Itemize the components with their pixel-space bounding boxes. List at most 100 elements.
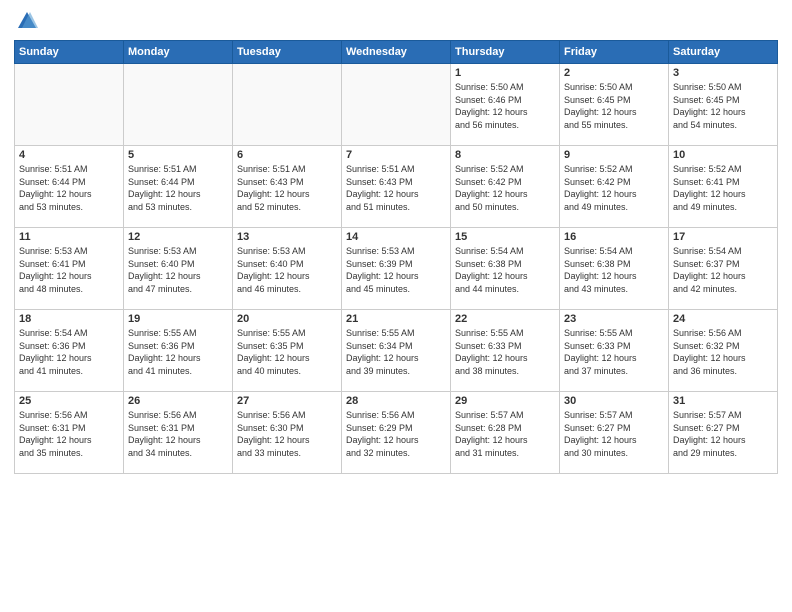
day-info: Sunrise: 5:57 AM Sunset: 6:28 PM Dayligh… [455, 409, 555, 459]
day-number: 3 [673, 67, 773, 79]
day-number: 20 [237, 313, 337, 325]
day-cell: 16 Sunrise: 5:54 AM Sunset: 6:38 PM Dayli… [560, 228, 669, 310]
day-info: Sunrise: 5:51 AM Sunset: 6:44 PM Dayligh… [19, 163, 119, 213]
col-header-wednesday: Wednesday [342, 41, 451, 64]
col-header-friday: Friday [560, 41, 669, 64]
day-cell [124, 64, 233, 146]
day-number: 10 [673, 149, 773, 161]
day-info: Sunrise: 5:53 AM Sunset: 6:40 PM Dayligh… [128, 245, 228, 295]
day-number: 2 [564, 67, 664, 79]
day-number: 8 [455, 149, 555, 161]
day-cell: 20 Sunrise: 5:55 AM Sunset: 6:35 PM Dayli… [233, 310, 342, 392]
col-header-thursday: Thursday [451, 41, 560, 64]
day-info: Sunrise: 5:57 AM Sunset: 6:27 PM Dayligh… [564, 409, 664, 459]
header-row: SundayMondayTuesdayWednesdayThursdayFrid… [15, 41, 778, 64]
page: SundayMondayTuesdayWednesdayThursdayFrid… [0, 0, 792, 612]
day-number: 16 [564, 231, 664, 243]
week-row-3: 11 Sunrise: 5:53 AM Sunset: 6:41 PM Dayli… [15, 228, 778, 310]
day-number: 27 [237, 395, 337, 407]
day-info: Sunrise: 5:52 AM Sunset: 6:41 PM Dayligh… [673, 163, 773, 213]
day-cell: 30Sunrise: 5:57 AM Sunset: 6:27 PM Dayli… [560, 392, 669, 474]
week-row-1: 1Sunrise: 5:50 AM Sunset: 6:46 PM Daylig… [15, 64, 778, 146]
day-number: 17 [673, 231, 773, 243]
day-cell: 17 Sunrise: 5:54 AM Sunset: 6:37 PM Dayli… [669, 228, 778, 310]
day-cell: 2 Sunrise: 5:50 AM Sunset: 6:45 PM Daylig… [560, 64, 669, 146]
day-cell: 31 Sunrise: 5:57 AM Sunset: 6:27 PM Dayli… [669, 392, 778, 474]
day-info: Sunrise: 5:54 AM Sunset: 6:37 PM Dayligh… [673, 245, 773, 295]
day-info: Sunrise: 5:57 AM Sunset: 6:27 PM Dayligh… [673, 409, 773, 459]
day-number: 6 [237, 149, 337, 161]
day-number: 21 [346, 313, 446, 325]
day-info: Sunrise: 5:55 AM Sunset: 6:33 PM Dayligh… [564, 327, 664, 377]
day-cell: 3 Sunrise: 5:50 AM Sunset: 6:45 PM Daylig… [669, 64, 778, 146]
col-header-saturday: Saturday [669, 41, 778, 64]
day-info: Sunrise: 5:52 AM Sunset: 6:42 PM Dayligh… [564, 163, 664, 213]
day-cell: 7Sunrise: 5:51 AM Sunset: 6:43 PM Daylig… [342, 146, 451, 228]
day-cell: 10 Sunrise: 5:52 AM Sunset: 6:41 PM Dayli… [669, 146, 778, 228]
day-number: 31 [673, 395, 773, 407]
day-info: Sunrise: 5:50 AM Sunset: 6:46 PM Dayligh… [455, 81, 555, 131]
day-cell [342, 64, 451, 146]
day-number: 28 [346, 395, 446, 407]
day-cell: 27 Sunrise: 5:56 AM Sunset: 6:30 PM Dayli… [233, 392, 342, 474]
day-number: 19 [128, 313, 228, 325]
col-header-tuesday: Tuesday [233, 41, 342, 64]
week-row-5: 25 Sunrise: 5:56 AM Sunset: 6:31 PM Dayli… [15, 392, 778, 474]
col-header-sunday: Sunday [15, 41, 124, 64]
day-info: Sunrise: 5:50 AM Sunset: 6:45 PM Dayligh… [673, 81, 773, 131]
week-row-2: 4 Sunrise: 5:51 AM Sunset: 6:44 PM Daylig… [15, 146, 778, 228]
header [14, 10, 778, 32]
day-cell: 28 Sunrise: 5:56 AM Sunset: 6:29 PM Dayli… [342, 392, 451, 474]
day-info: Sunrise: 5:53 AM Sunset: 6:41 PM Dayligh… [19, 245, 119, 295]
day-info: Sunrise: 5:56 AM Sunset: 6:30 PM Dayligh… [237, 409, 337, 459]
day-info: Sunrise: 5:56 AM Sunset: 6:32 PM Dayligh… [673, 327, 773, 377]
day-cell: 19 Sunrise: 5:55 AM Sunset: 6:36 PM Dayli… [124, 310, 233, 392]
day-info: Sunrise: 5:55 AM Sunset: 6:33 PM Dayligh… [455, 327, 555, 377]
day-cell: 5 Sunrise: 5:51 AM Sunset: 6:44 PM Daylig… [124, 146, 233, 228]
day-cell: 22 Sunrise: 5:55 AM Sunset: 6:33 PM Dayli… [451, 310, 560, 392]
day-cell: 14Sunrise: 5:53 AM Sunset: 6:39 PM Dayli… [342, 228, 451, 310]
day-number: 26 [128, 395, 228, 407]
day-info: Sunrise: 5:55 AM Sunset: 6:34 PM Dayligh… [346, 327, 446, 377]
day-number: 22 [455, 313, 555, 325]
day-number: 11 [19, 231, 119, 243]
day-number: 4 [19, 149, 119, 161]
day-number: 24 [673, 313, 773, 325]
day-info: Sunrise: 5:56 AM Sunset: 6:29 PM Dayligh… [346, 409, 446, 459]
day-number: 5 [128, 149, 228, 161]
day-number: 29 [455, 395, 555, 407]
day-cell: 11 Sunrise: 5:53 AM Sunset: 6:41 PM Dayli… [15, 228, 124, 310]
day-info: Sunrise: 5:53 AM Sunset: 6:40 PM Dayligh… [237, 245, 337, 295]
day-cell: 29 Sunrise: 5:57 AM Sunset: 6:28 PM Dayli… [451, 392, 560, 474]
day-cell: 15 Sunrise: 5:54 AM Sunset: 6:38 PM Dayli… [451, 228, 560, 310]
col-header-monday: Monday [124, 41, 233, 64]
day-number: 13 [237, 231, 337, 243]
day-number: 7 [346, 149, 446, 161]
day-cell [233, 64, 342, 146]
day-number: 15 [455, 231, 555, 243]
day-cell: 18Sunrise: 5:54 AM Sunset: 6:36 PM Dayli… [15, 310, 124, 392]
day-info: Sunrise: 5:55 AM Sunset: 6:36 PM Dayligh… [128, 327, 228, 377]
day-number: 18 [19, 313, 119, 325]
day-info: Sunrise: 5:52 AM Sunset: 6:42 PM Dayligh… [455, 163, 555, 213]
day-cell [15, 64, 124, 146]
day-cell: 9Sunrise: 5:52 AM Sunset: 6:42 PM Daylig… [560, 146, 669, 228]
day-info: Sunrise: 5:51 AM Sunset: 6:44 PM Dayligh… [128, 163, 228, 213]
day-info: Sunrise: 5:56 AM Sunset: 6:31 PM Dayligh… [19, 409, 119, 459]
day-number: 25 [19, 395, 119, 407]
day-cell: 24 Sunrise: 5:56 AM Sunset: 6:32 PM Dayli… [669, 310, 778, 392]
day-cell: 1Sunrise: 5:50 AM Sunset: 6:46 PM Daylig… [451, 64, 560, 146]
day-info: Sunrise: 5:54 AM Sunset: 6:38 PM Dayligh… [455, 245, 555, 295]
day-info: Sunrise: 5:54 AM Sunset: 6:38 PM Dayligh… [564, 245, 664, 295]
day-number: 23 [564, 313, 664, 325]
day-cell: 21 Sunrise: 5:55 AM Sunset: 6:34 PM Dayli… [342, 310, 451, 392]
day-cell: 26 Sunrise: 5:56 AM Sunset: 6:31 PM Dayli… [124, 392, 233, 474]
day-cell: 13 Sunrise: 5:53 AM Sunset: 6:40 PM Dayli… [233, 228, 342, 310]
day-cell: 12 Sunrise: 5:53 AM Sunset: 6:40 PM Dayli… [124, 228, 233, 310]
day-info: Sunrise: 5:50 AM Sunset: 6:45 PM Dayligh… [564, 81, 664, 131]
day-cell: 23 Sunrise: 5:55 AM Sunset: 6:33 PM Dayli… [560, 310, 669, 392]
day-number: 12 [128, 231, 228, 243]
day-info: Sunrise: 5:55 AM Sunset: 6:35 PM Dayligh… [237, 327, 337, 377]
day-cell: 25 Sunrise: 5:56 AM Sunset: 6:31 PM Dayli… [15, 392, 124, 474]
day-info: Sunrise: 5:56 AM Sunset: 6:31 PM Dayligh… [128, 409, 228, 459]
